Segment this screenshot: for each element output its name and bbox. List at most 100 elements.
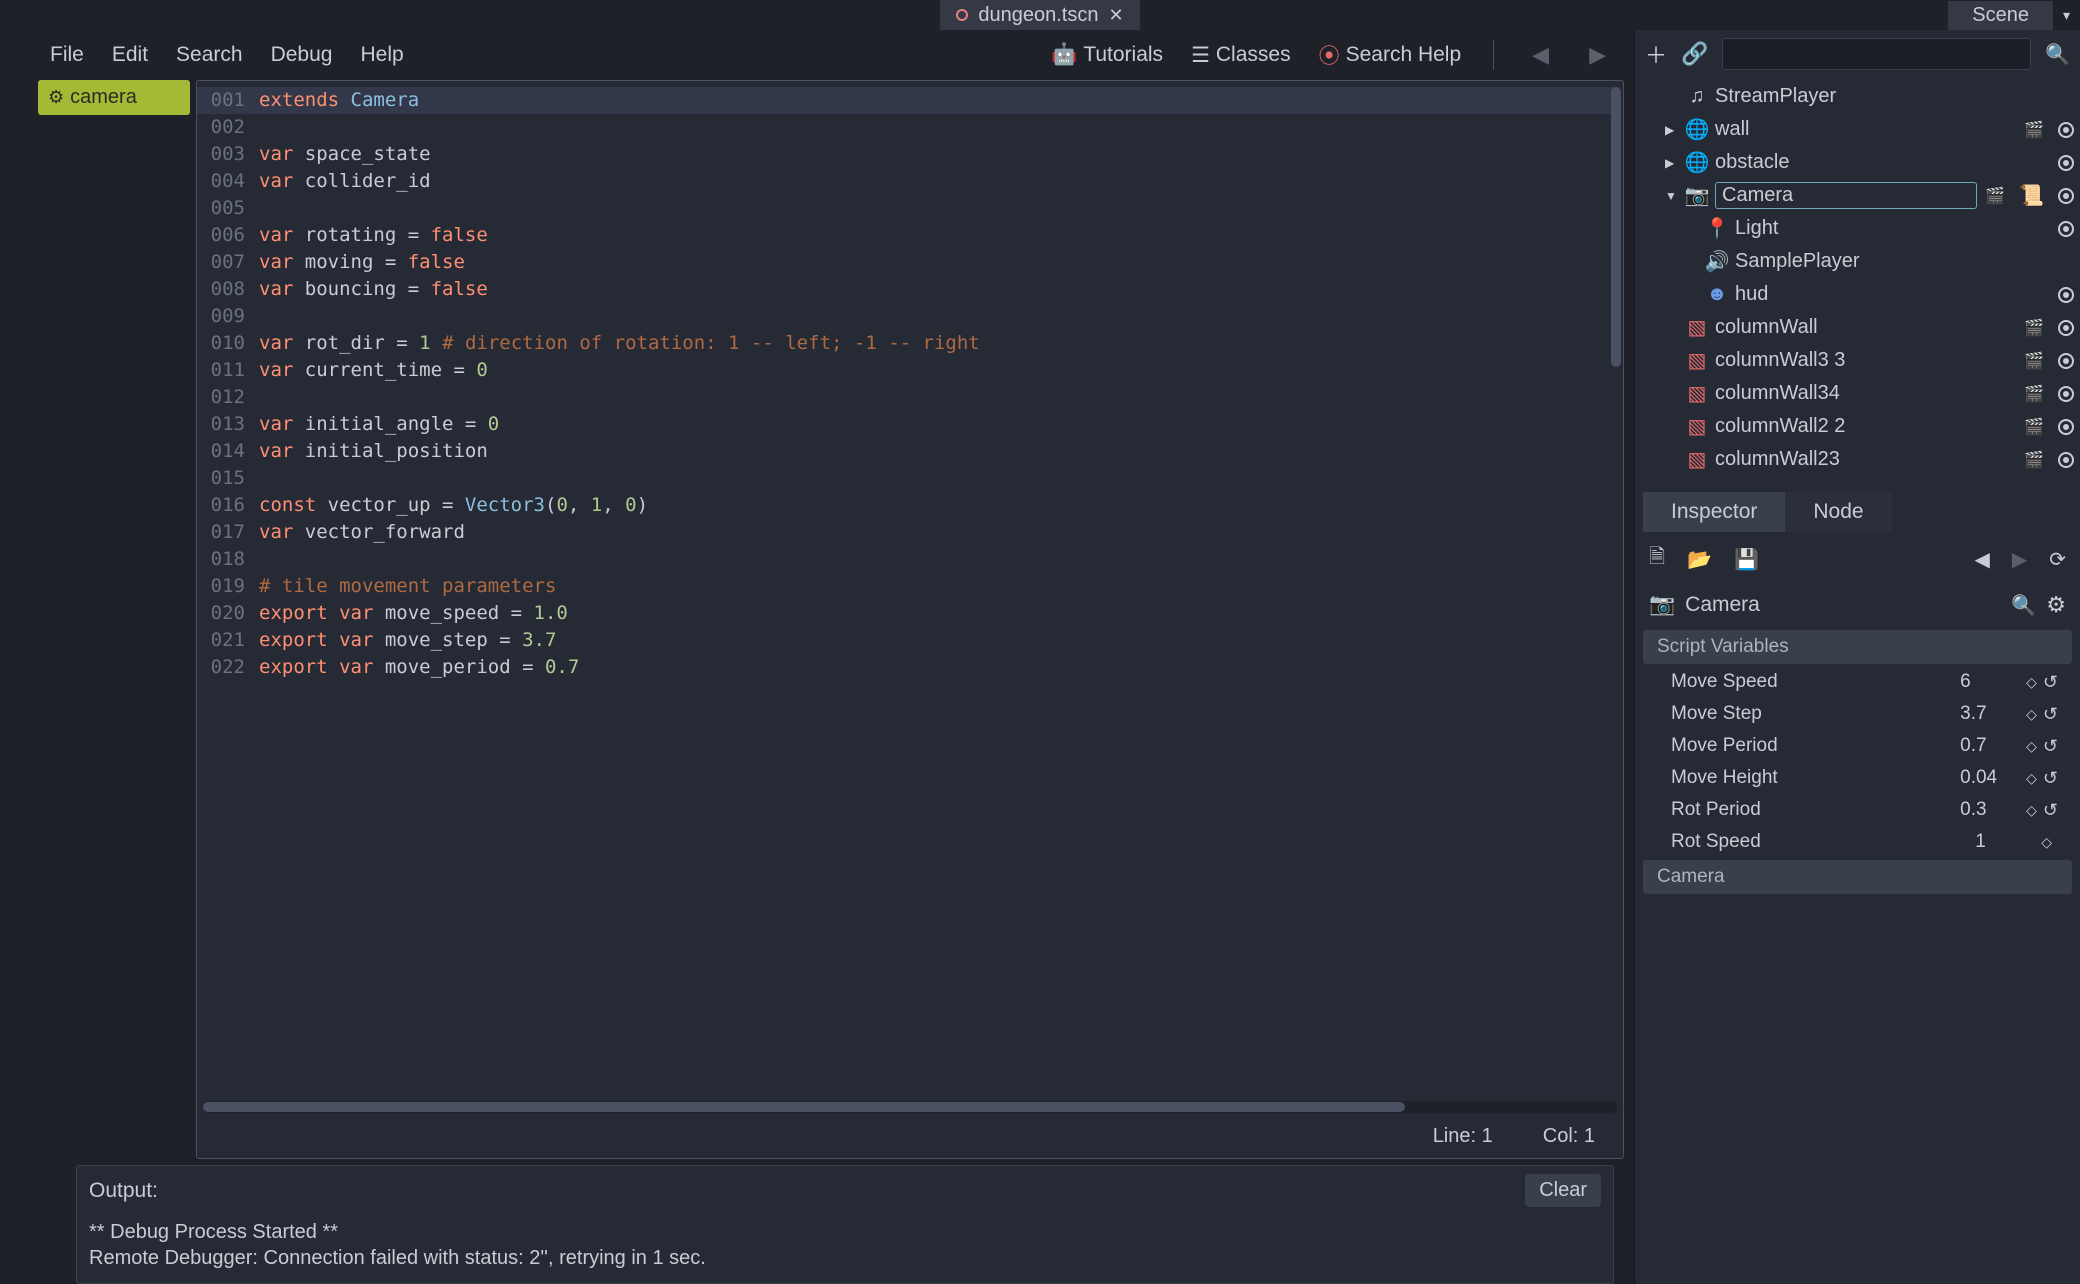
expand-arrow-icon[interactable]: ▼ (1665, 189, 1679, 203)
property-name: Move Period (1671, 735, 1960, 757)
history-icon[interactable]: ⟳ (2049, 547, 2066, 572)
tree-node-columnWall34[interactable]: ▧columnWall34🎬 (1645, 377, 2074, 410)
scene-panel-tab[interactable]: Scene (1948, 1, 2053, 30)
clapperboard-icon[interactable]: 🎬 (2024, 450, 2044, 470)
spinner-icon[interactable]: ◇ (2026, 706, 2037, 723)
history-prev-icon[interactable]: ◀ (1974, 547, 1989, 572)
search-help-button[interactable]: ⦿ Search Help (1319, 40, 1462, 70)
mesh-icon: ▧ (1687, 447, 1707, 472)
expand-arrow-icon[interactable]: ▶ (1665, 156, 1679, 170)
code-area[interactable]: 0010020030040050060070080090100110120130… (197, 81, 1623, 1101)
visibility-icon[interactable] (2058, 122, 2074, 138)
panel-menu-icon[interactable]: ▾ (2063, 7, 2070, 24)
tree-node-columnWall23[interactable]: ▧columnWall23🎬 (1645, 443, 2074, 476)
inspector-section-script-vars[interactable]: Script Variables (1643, 630, 2072, 664)
clapperboard-icon[interactable]: 🎬 (2024, 318, 2044, 338)
property-move-period: Move Period0.7 ◇ ↺ (1643, 730, 2072, 762)
tree-node-StreamPlayer[interactable]: ♫StreamPlayer (1645, 80, 2074, 113)
spinner-icon[interactable]: ◇ (2026, 770, 2037, 787)
tree-node-obstacle[interactable]: ▶🌐obstacle (1645, 146, 2074, 179)
open-resource-icon[interactable]: 📂 (1687, 547, 1712, 572)
tree-node-hud[interactable]: ☻hud (1645, 278, 2074, 311)
history-next-icon[interactable]: ▶ (2012, 547, 2027, 572)
property-value[interactable]: 0.04 (1960, 767, 2020, 789)
tab-node[interactable]: Node (1785, 492, 1891, 532)
spinner-icon[interactable]: ◇ (2026, 738, 2037, 755)
tutorials-button[interactable]: 🤖 Tutorials (1051, 43, 1163, 67)
classes-button[interactable]: ☰ Classes (1191, 43, 1291, 68)
visibility-icon[interactable] (2058, 452, 2074, 468)
clapperboard-icon[interactable]: 🎬 (2024, 384, 2044, 404)
history-forward-button[interactable]: ▶ (1583, 42, 1612, 68)
menu-debug[interactable]: Debug (271, 43, 333, 67)
tab-inspector[interactable]: Inspector (1643, 492, 1785, 532)
expand-arrow-icon[interactable]: ▶ (1665, 123, 1679, 137)
visibility-icon[interactable] (2058, 386, 2074, 402)
link-button[interactable]: 🔗 (1681, 41, 1708, 67)
status-line: Line: 1 (1433, 1125, 1493, 1148)
reset-icon[interactable]: ↺ (2043, 800, 2058, 821)
scene-search-input[interactable] (1722, 38, 2031, 70)
add-node-button[interactable]: ＋ (1645, 38, 1667, 70)
property-value[interactable]: 3.7 (1960, 703, 2020, 725)
visibility-icon[interactable] (2058, 353, 2074, 369)
inspector-settings-icon[interactable]: ⚙ (2046, 592, 2066, 618)
spinner-icon[interactable]: ◇ (2041, 834, 2052, 851)
clapperboard-icon[interactable]: 🎬 (1985, 186, 2005, 206)
clapperboard-icon[interactable]: 🎬 (2024, 120, 2044, 140)
reset-icon[interactable]: ↺ (2043, 736, 2058, 757)
spinner-icon[interactable]: ◇ (2026, 674, 2037, 691)
visibility-icon[interactable] (2058, 320, 2074, 336)
clear-button[interactable]: Clear (1525, 1174, 1601, 1207)
clapperboard-icon[interactable]: 🎬 (2024, 351, 2044, 371)
face-icon: ☻ (1707, 283, 1727, 306)
reset-icon[interactable]: ↺ (2043, 672, 2058, 693)
tree-node-columnWall3-3[interactable]: ▧columnWall3 3🎬 (1645, 344, 2074, 377)
visibility-icon[interactable] (2058, 287, 2074, 303)
tree-node-Light[interactable]: 📍Light (1645, 212, 2074, 245)
inspector-node-row: 📷 Camera 🔍 ⚙ (1635, 586, 2080, 628)
script-item-camera[interactable]: ⚙ camera (38, 80, 190, 115)
reset-icon[interactable]: ↺ (2043, 768, 2058, 789)
visibility-icon[interactable] (2058, 419, 2074, 435)
clapperboard-icon[interactable]: 🎬 (2024, 417, 2044, 437)
tree-node-columnWall[interactable]: ▧columnWall🎬 (1645, 311, 2074, 344)
property-value[interactable]: 0.7 (1960, 735, 2020, 757)
reset-icon[interactable]: ↺ (2043, 704, 2058, 725)
horizontal-scrollbar[interactable] (203, 1101, 1617, 1113)
new-resource-icon[interactable]: 🗎 (1649, 542, 1665, 576)
script-list: ⚙ camera (38, 80, 190, 1159)
menu-help[interactable]: Help (360, 43, 403, 67)
separator (1493, 40, 1494, 70)
tree-node-label: StreamPlayer (1715, 85, 1836, 107)
mesh-icon: ▧ (1687, 348, 1707, 373)
visibility-icon[interactable] (2058, 155, 2074, 171)
menu-search[interactable]: Search (176, 43, 243, 67)
property-value[interactable]: 0.3 (1960, 799, 2020, 821)
tree-node-SamplePlayer[interactable]: 🔊SamplePlayer (1645, 245, 2074, 278)
script-icon[interactable]: 📜 (2019, 183, 2044, 208)
inspector-section-camera[interactable]: Camera (1643, 860, 2072, 894)
scene-file-tab[interactable]: dungeon.tscn ✕ (940, 0, 1139, 30)
visibility-icon[interactable] (2058, 188, 2074, 204)
visibility-icon[interactable] (2058, 221, 2074, 237)
property-value[interactable]: 1 (1975, 831, 2035, 853)
close-icon[interactable]: ✕ (1109, 5, 1124, 26)
code-editor: 0010020030040050060070080090100110120130… (196, 80, 1624, 1159)
tree-node-Camera[interactable]: ▼📷Camera🎬📜 (1645, 179, 2074, 212)
search-icon[interactable]: 🔍 (2045, 42, 2070, 67)
menu-file[interactable]: File (50, 43, 84, 67)
inspector-search-icon[interactable]: 🔍 (2011, 593, 2036, 618)
mesh-icon: ▧ (1687, 315, 1707, 340)
property-value[interactable]: 6 (1960, 671, 2020, 693)
property-move-step: Move Step3.7◇↺ (1643, 698, 2072, 730)
code-text[interactable]: extends Cameravar space_statevar collide… (253, 87, 1623, 1095)
save-resource-icon[interactable]: 💾 (1734, 547, 1759, 572)
tree-node-columnWall2-2[interactable]: ▧columnWall2 2🎬 (1645, 410, 2074, 443)
history-back-button[interactable]: ◀ (1526, 42, 1555, 68)
property-move-speed: Move Speed6◇↺ (1643, 666, 2072, 698)
tree-node-wall[interactable]: ▶🌐wall🎬 (1645, 113, 2074, 146)
spinner-icon[interactable]: ◇ (2026, 802, 2037, 819)
tree-node-label: Light (1735, 217, 1778, 239)
menu-edit[interactable]: Edit (112, 43, 148, 67)
